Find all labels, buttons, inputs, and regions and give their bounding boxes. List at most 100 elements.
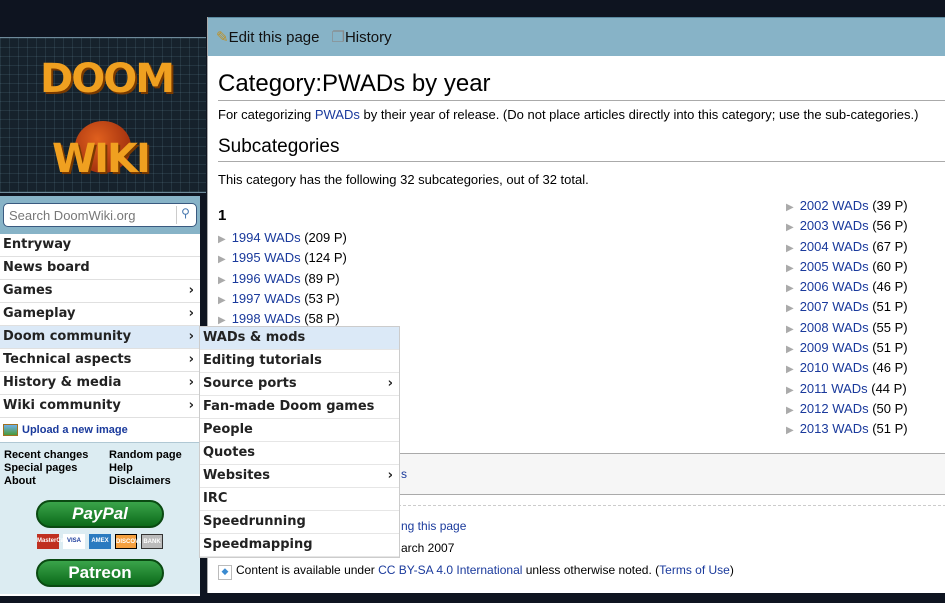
nav-label: IRC — [203, 491, 228, 506]
subcategory-link[interactable]: 2007 WADs — [800, 299, 869, 314]
nav-label: WADs & mods — [203, 330, 306, 345]
search-icon[interactable]: ⚲ — [176, 206, 194, 224]
page-count: (124 P) — [304, 250, 347, 266]
subcategory-link[interactable]: 2005 WADs — [800, 259, 869, 274]
sidebar-item-news-board[interactable]: News board — [0, 257, 200, 280]
submenu-item-fan-made-doom-games[interactable]: Fan-made Doom games — [200, 396, 399, 419]
tool-link[interactable]: Random page — [109, 449, 199, 461]
subcategory-item: ▶ 2012 WADs (50 P) — [786, 401, 908, 421]
upload-image-link[interactable]: Upload a new image — [0, 418, 200, 442]
submenu-item-speedrunning[interactable]: Speedrunning — [200, 511, 399, 534]
upload-label: Upload a new image — [22, 424, 128, 436]
last-modified-fragment: arch 2007 — [401, 541, 455, 555]
footer-link-fragment[interactable]: ng this page — [401, 519, 466, 533]
sidebar-item-doom-community[interactable]: Doom community › — [0, 326, 200, 349]
subcategory-link[interactable]: 2004 WADs — [800, 239, 869, 254]
subcategory-item: ▶ 2007 WADs (51 P) — [786, 299, 908, 319]
expand-triangle-icon[interactable]: ▶ — [218, 315, 226, 326]
expand-triangle-icon[interactable]: ▶ — [786, 324, 794, 335]
subcategory-link[interactable]: 2006 WADs — [800, 279, 869, 294]
sidebar-item-wiki-community[interactable]: Wiki community › — [0, 395, 200, 418]
sidebar-item-entryway[interactable]: Entryway — [0, 234, 200, 257]
nav-label: Speedrunning — [203, 514, 306, 529]
submenu-item-wads-mods[interactable]: WADs & mods — [200, 327, 399, 350]
expand-triangle-icon[interactable]: ▶ — [218, 275, 226, 286]
nav-label: Editing tutorials — [203, 353, 322, 368]
pwads-link[interactable]: PWADs — [315, 107, 360, 122]
nav-label: Entryway — [3, 237, 72, 252]
terms-link[interactable]: Terms of Use — [659, 563, 730, 577]
chevron-right-icon: › — [188, 352, 194, 367]
submenu-item-people[interactable]: People — [200, 419, 399, 442]
expand-triangle-icon[interactable]: ▶ — [786, 283, 794, 294]
expand-triangle-icon[interactable]: ▶ — [786, 385, 794, 396]
doomwiki-logo[interactable]: DOOM WIKI — [0, 37, 206, 193]
subcategories-heading: Subcategories — [218, 136, 945, 162]
subcategory-link[interactable]: 1996 WADs — [232, 271, 301, 286]
tool-link[interactable]: About — [4, 475, 109, 487]
tool-link[interactable]: Recent changes — [4, 449, 109, 461]
history-link[interactable]: ❐History — [331, 28, 391, 46]
expand-triangle-icon[interactable]: ▶ — [786, 344, 794, 355]
nav-label: Doom community — [3, 329, 132, 344]
expand-triangle-icon[interactable]: ▶ — [218, 295, 226, 306]
logo-text-top: DOOM — [40, 56, 175, 102]
submenu-item-websites[interactable]: Websites › — [200, 465, 399, 488]
expand-triangle-icon[interactable]: ▶ — [218, 234, 226, 245]
search-input[interactable]: Search DoomWiki.org ⚲ — [3, 203, 197, 227]
expand-triangle-icon[interactable]: ▶ — [786, 202, 794, 213]
page-count: (53 P) — [304, 290, 340, 306]
subcategory-link[interactable]: 2009 WADs — [800, 340, 869, 355]
subcategory-link[interactable]: 1997 WADs — [232, 291, 301, 306]
edit-page-link[interactable]: ✎Edit this page — [216, 28, 319, 46]
page-count: (51 P) — [872, 421, 908, 437]
page-count: (67 P) — [872, 238, 908, 254]
submenu-item-editing-tutorials[interactable]: Editing tutorials — [200, 350, 399, 373]
sidebar-item-technical-aspects[interactable]: Technical aspects › — [0, 349, 200, 372]
expand-triangle-icon[interactable]: ▶ — [786, 425, 794, 436]
expand-triangle-icon[interactable]: ▶ — [786, 263, 794, 274]
discover-icon: DISCOVER — [115, 534, 147, 549]
catlinks-fragment[interactable]: s — [401, 467, 407, 481]
subcategory-item: ▶ 1995 WADs (124 P) — [218, 250, 347, 270]
nav-label: News board — [3, 260, 90, 275]
subcategory-link[interactable]: 2011 WADs — [800, 381, 868, 396]
subcategory-link[interactable]: 2008 WADs — [800, 320, 869, 335]
submenu-item-speedmapping[interactable]: Speedmapping — [200, 534, 399, 557]
subcategory-item: ▶ 2010 WADs (46 P) — [786, 360, 908, 380]
sidebar-item-games[interactable]: Games › — [0, 280, 200, 303]
submenu-item-irc[interactable]: IRC — [200, 488, 399, 511]
visa-icon: VISA — [63, 534, 85, 549]
paypal-button[interactable]: PayPal — [36, 500, 164, 528]
submenu-item-source-ports[interactable]: Source ports › — [200, 373, 399, 396]
subcategory-link[interactable]: 2010 WADs — [800, 360, 869, 375]
expand-triangle-icon[interactable]: ▶ — [786, 405, 794, 416]
submenu-item-quotes[interactable]: Quotes — [200, 442, 399, 465]
subcategory-link[interactable]: 2002 WADs — [800, 198, 869, 213]
tool-link[interactable]: Special pages — [4, 462, 109, 474]
subcategory-link[interactable]: 1995 WADs — [232, 250, 301, 265]
expand-triangle-icon[interactable]: ▶ — [786, 303, 794, 314]
subcategory-link[interactable]: 2012 WADs — [800, 401, 869, 416]
tool-link[interactable]: Disclaimers — [109, 475, 199, 487]
license-link[interactable]: CC BY-SA 4.0 International — [378, 563, 522, 577]
sidebar-item-gameplay[interactable]: Gameplay › — [0, 303, 200, 326]
subcategory-link[interactable]: 1994 WADs — [232, 230, 301, 245]
patreon-button[interactable]: Patreon — [36, 559, 164, 587]
page-count: (58 P) — [304, 311, 340, 327]
chevron-right-icon: › — [188, 306, 194, 321]
tool-link[interactable]: Help — [109, 462, 199, 474]
expand-triangle-icon[interactable]: ▶ — [786, 222, 794, 233]
logo-text-bottom: WIKI — [52, 136, 151, 182]
sidebar-item-history-media[interactable]: History & media › — [0, 372, 200, 395]
subcategory-item: ▶ 2004 WADs (67 P) — [786, 239, 908, 259]
subcategory-link[interactable]: 1998 WADs — [232, 311, 301, 326]
nav-label: History & media — [3, 375, 122, 390]
expand-triangle-icon[interactable]: ▶ — [786, 243, 794, 254]
expand-triangle-icon[interactable]: ▶ — [218, 254, 226, 265]
subcategory-link[interactable]: 2003 WADs — [800, 218, 869, 233]
subcategory-link[interactable]: 2013 WADs — [800, 421, 869, 436]
expand-triangle-icon[interactable]: ▶ — [786, 364, 794, 375]
subcategory-item: ▶ 2005 WADs (60 P) — [786, 259, 908, 279]
chevron-right-icon: › — [188, 329, 194, 344]
